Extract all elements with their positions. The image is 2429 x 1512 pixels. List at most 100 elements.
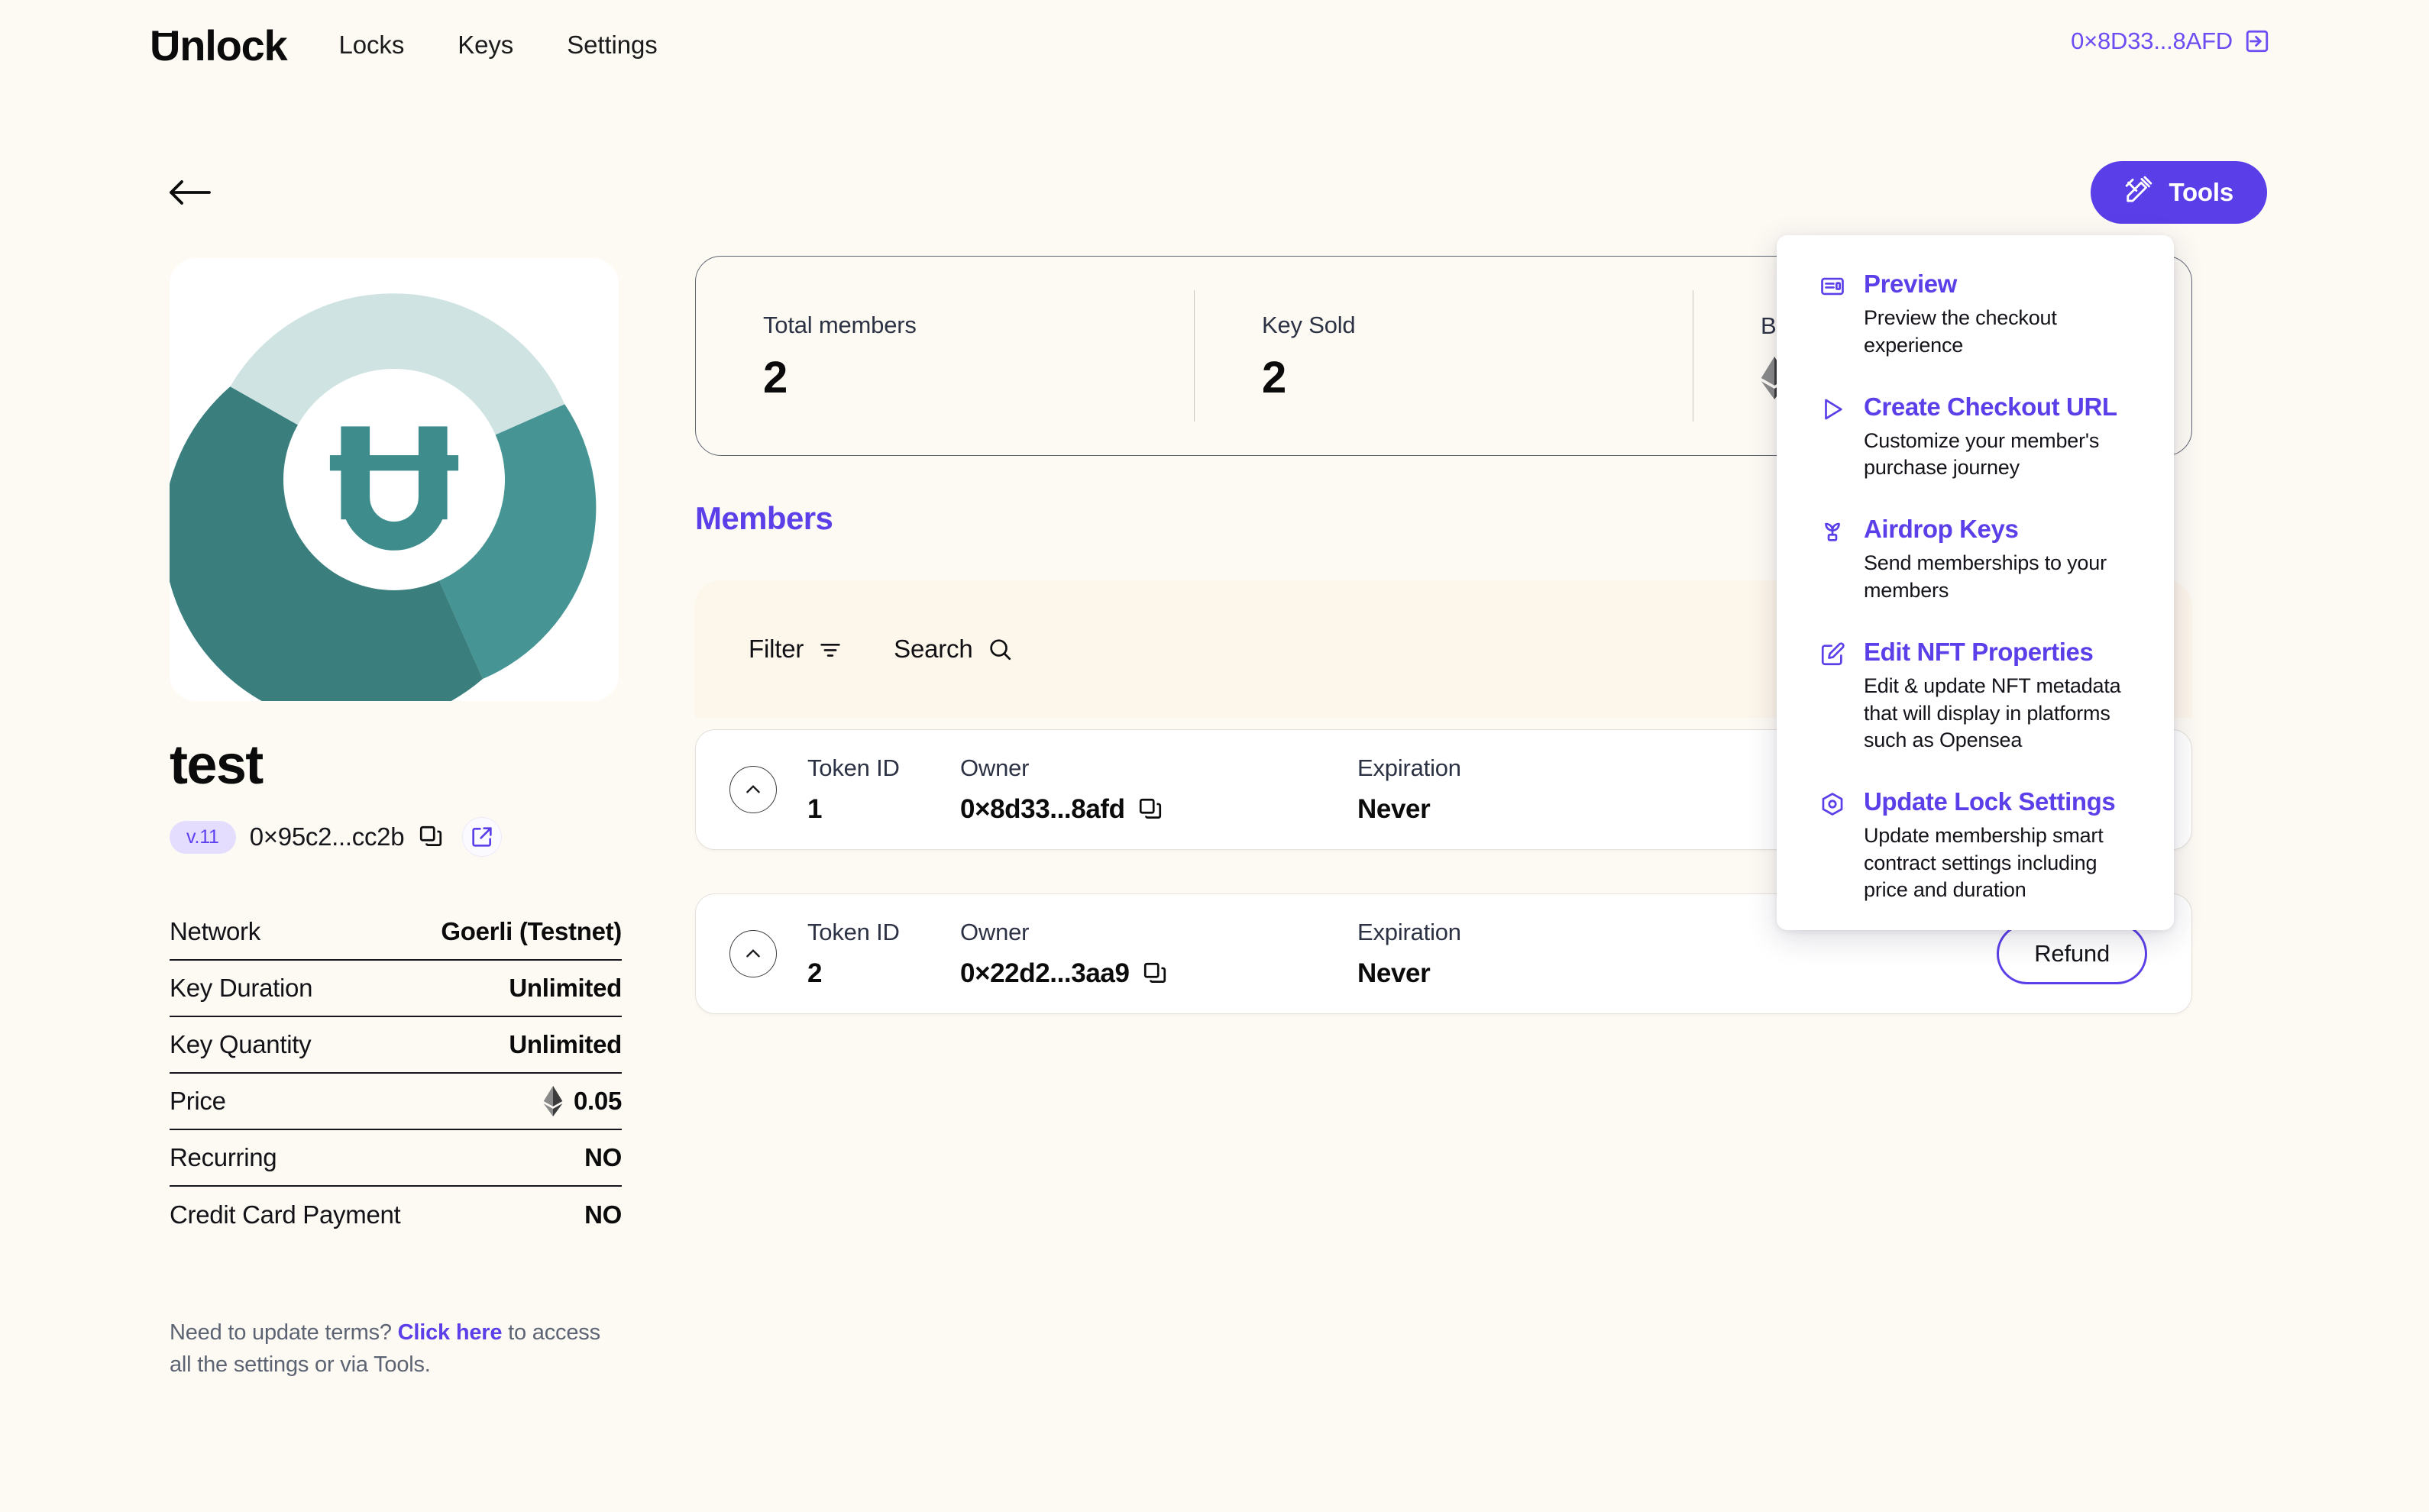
terms-click-here-link[interactable]: Click here bbox=[398, 1320, 503, 1345]
tools-button[interactable]: Tools bbox=[2091, 161, 2267, 224]
attribute-label: Network bbox=[170, 917, 260, 945]
filter-button-label: Filter bbox=[749, 635, 804, 663]
cell-value-owner: 0×22d2...3aa9 bbox=[960, 958, 1357, 989]
stat-total-members: Total members 2 bbox=[696, 290, 1195, 422]
tools-button-label: Tools bbox=[2169, 178, 2233, 206]
menu-item-airdrop-keys[interactable]: Airdrop Keys Send memberships to your me… bbox=[1777, 515, 2174, 605]
stat-key-sold: Key Sold 2 bbox=[1195, 290, 1693, 422]
external-link-icon bbox=[470, 825, 494, 849]
attribute-row: Price 0.05 bbox=[170, 1074, 622, 1130]
unlock-logo[interactable]: Unlock bbox=[150, 21, 288, 70]
refund-button[interactable]: Refund bbox=[1997, 923, 2147, 984]
menu-item-body: Airdrop Keys Send memberships to your me… bbox=[1864, 515, 2139, 605]
attribute-row: Network Goerli (Testnet) bbox=[170, 904, 622, 961]
copy-owner-address-button[interactable] bbox=[1142, 961, 1168, 987]
attribute-value-text: 0.05 bbox=[573, 1087, 622, 1115]
column-header-expiration: Expiration bbox=[1357, 919, 1461, 945]
column-header-token-id: Token ID bbox=[807, 919, 900, 945]
nav-item-keys[interactable]: Keys bbox=[458, 31, 513, 60]
menu-item-update-lock-settings[interactable]: Update Lock Settings Update membership s… bbox=[1777, 787, 2174, 904]
copy-owner-address-button[interactable] bbox=[1137, 796, 1163, 822]
nav-item-settings[interactable]: Settings bbox=[567, 31, 658, 60]
menu-item-body: Create Checkout URL Customize your membe… bbox=[1864, 393, 2139, 483]
attribute-value: Unlimited bbox=[509, 1030, 622, 1059]
cell-owner: Owner 0×22d2...3aa9 bbox=[960, 919, 1357, 989]
wallet-account-button[interactable]: 0×8D33...8AFD bbox=[2071, 27, 2270, 55]
cell-value-token-id: 2 bbox=[807, 958, 823, 988]
menu-item-body: Preview Preview the checkout experience bbox=[1864, 270, 2139, 360]
menu-item-description: Update membership smart contract setting… bbox=[1864, 824, 2104, 902]
attribute-row: Key Duration Unlimited bbox=[170, 961, 622, 1017]
plant-icon bbox=[1819, 515, 1847, 605]
logout-icon[interactable] bbox=[2244, 28, 2270, 54]
attribute-label: Key Quantity bbox=[170, 1030, 312, 1058]
chevron-up-icon bbox=[743, 780, 763, 800]
lock-name: test bbox=[170, 735, 264, 796]
cell-expiration: Expiration Never bbox=[1357, 754, 1739, 825]
lock-summary-panel: test v.11 0×95c2...cc2b Network Goerli (… bbox=[170, 258, 622, 1381]
menu-item-create-checkout-url[interactable]: Create Checkout URL Customize your membe… bbox=[1777, 393, 2174, 483]
stat-value: 2 bbox=[763, 353, 788, 402]
copy-icon bbox=[1137, 796, 1163, 822]
tools-icon bbox=[2124, 175, 2153, 210]
attribute-label: Price bbox=[170, 1087, 226, 1115]
members-section-title: Members bbox=[695, 500, 833, 536]
copy-icon bbox=[1142, 961, 1168, 987]
row-collapse-toggle[interactable] bbox=[729, 766, 777, 813]
cell-value-expiration: Never bbox=[1357, 958, 1431, 988]
attribute-label: Recurring bbox=[170, 1143, 277, 1171]
terms-note-prefix: Need to update terms? bbox=[170, 1320, 398, 1345]
lock-dashboard-page: Unlock Locks Keys Settings 0×8D33...8AFD bbox=[0, 0, 2429, 1512]
attribute-value: 0.05 bbox=[543, 1086, 622, 1116]
cell-value-token-id: 1 bbox=[807, 794, 823, 824]
lock-avatar bbox=[170, 258, 619, 701]
attribute-value-text: NO bbox=[584, 1143, 622, 1171]
search-icon bbox=[987, 636, 1013, 662]
copy-icon bbox=[418, 824, 444, 850]
cell-token-id: Token ID 2 bbox=[807, 919, 960, 989]
stat-label: Key Sold bbox=[1262, 312, 1356, 338]
attribute-row: Credit Card Payment NO bbox=[170, 1187, 622, 1243]
attribute-label: Key Duration bbox=[170, 974, 313, 1002]
column-header-owner: Owner bbox=[960, 754, 1030, 781]
terms-note: Need to update terms? Click here to acce… bbox=[170, 1317, 606, 1381]
menu-item-title: Airdrop Keys bbox=[1864, 515, 2019, 544]
menu-item-body: Edit NFT Properties Edit & update NFT me… bbox=[1864, 638, 2139, 754]
filter-icon bbox=[817, 636, 843, 662]
attribute-label: Credit Card Payment bbox=[170, 1200, 401, 1229]
menu-item-preview[interactable]: Preview Preview the checkout experience bbox=[1777, 270, 2174, 360]
nav-item-locks[interactable]: Locks bbox=[339, 31, 405, 60]
attribute-value: NO bbox=[584, 1200, 622, 1229]
brand-text: Unlock bbox=[150, 21, 288, 69]
attribute-value: Unlimited bbox=[509, 974, 622, 1003]
search-button[interactable]: Search bbox=[894, 635, 1012, 664]
edit-pencil-icon bbox=[1819, 638, 1847, 754]
owner-address-text: 0×22d2...3aa9 bbox=[960, 958, 1130, 988]
column-header-owner: Owner bbox=[960, 919, 1030, 945]
attribute-value: Goerli (Testnet) bbox=[441, 917, 622, 946]
wallet-address: 0×8D33...8AFD bbox=[2071, 27, 2233, 54]
top-navigation: Unlock Locks Keys Settings bbox=[0, 0, 2429, 90]
filter-button[interactable]: Filter bbox=[749, 635, 843, 664]
hexagon-gear-icon bbox=[1819, 788, 1847, 904]
cell-value-expiration: Never bbox=[1357, 794, 1431, 824]
open-lock-external-button[interactable] bbox=[462, 817, 503, 857]
row-collapse-toggle[interactable] bbox=[729, 930, 777, 977]
play-triangle-icon bbox=[1819, 393, 1847, 483]
cell-owner: Owner 0×8d33...8afd bbox=[960, 754, 1357, 825]
attribute-value-text: NO bbox=[584, 1200, 622, 1229]
chevron-up-icon bbox=[743, 944, 763, 964]
menu-item-edit-nft-properties[interactable]: Edit NFT Properties Edit & update NFT me… bbox=[1777, 638, 2174, 754]
menu-item-description: Send memberships to your members bbox=[1864, 551, 2107, 603]
attribute-row: Recurring NO bbox=[170, 1130, 622, 1187]
attribute-value-text: Unlimited bbox=[509, 974, 622, 1002]
arrow-left-icon bbox=[168, 179, 212, 208]
attribute-row: Key Quantity Unlimited bbox=[170, 1017, 622, 1074]
search-button-label: Search bbox=[894, 635, 973, 663]
copy-lock-address-button[interactable] bbox=[418, 824, 444, 850]
menu-item-title: Update Lock Settings bbox=[1864, 787, 2116, 816]
cell-value-owner: 0×8d33...8afd bbox=[960, 794, 1357, 825]
menu-item-description: Preview the checkout experience bbox=[1864, 306, 2057, 357]
back-button[interactable] bbox=[168, 174, 212, 212]
lock-version-badge: v.11 bbox=[170, 820, 236, 854]
